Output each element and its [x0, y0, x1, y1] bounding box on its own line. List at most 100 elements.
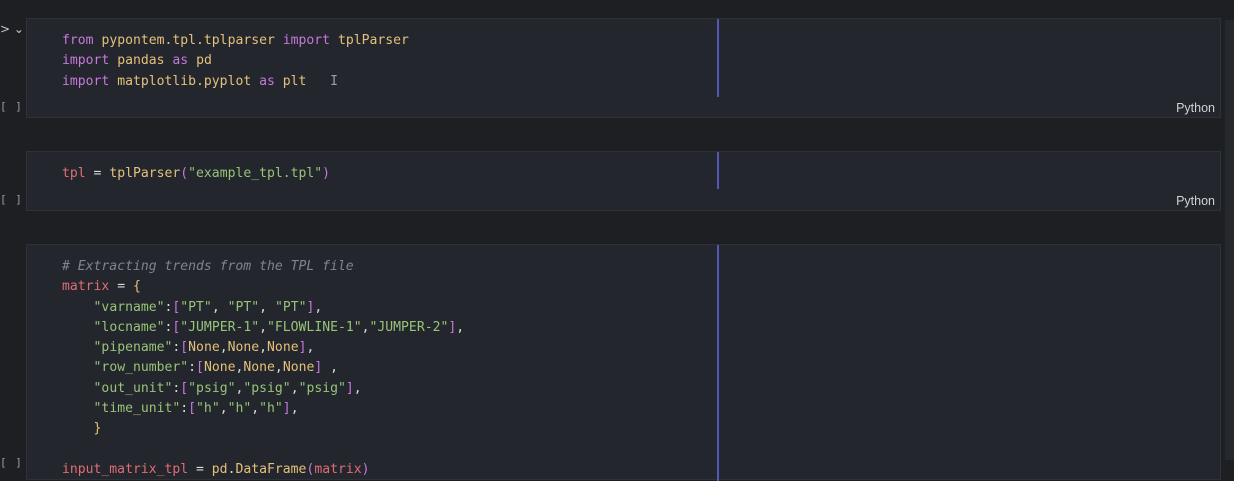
code-token: ,	[290, 400, 299, 416]
code-token: "psig"	[298, 380, 346, 396]
code-token: "PT"	[180, 299, 212, 315]
code-token: )	[361, 461, 370, 477]
code-token: [	[188, 400, 197, 416]
code-token: DataFrame	[235, 461, 307, 477]
code-token: "out_unit"	[93, 380, 173, 396]
code-token: None	[282, 360, 315, 376]
code-token: input_matrix_tpl	[62, 461, 189, 477]
code-token: ,	[361, 319, 370, 335]
code-token: None	[227, 340, 260, 355]
code-line[interactable]: "locname":["JUMPER-1","FLOWLINE-1","JUMP…	[62, 318, 465, 338]
code-line[interactable]: tpl = tplParser("example_tpl.tpl")	[62, 164, 330, 184]
code-token: None	[203, 360, 236, 376]
code-editor-3[interactable]: # Extracting trends from the TPL file mat…	[62, 257, 464, 480]
code-token: ,	[259, 299, 275, 315]
code-line[interactable]: # Extracting trends from the TPL file	[62, 257, 464, 277]
code-token: "psig"	[243, 380, 291, 396]
code-token: "h"	[227, 400, 252, 416]
code-token: None	[267, 340, 299, 355]
code-token: "h"	[259, 400, 283, 416]
code-token: "example_tpl.tpl"	[188, 166, 323, 181]
code-line[interactable]	[62, 439, 464, 459]
code-line[interactable]: "pipename":[None,None,None],	[62, 338, 464, 358]
code-line[interactable]: "row_number":[None,None,None] ,	[62, 358, 464, 378]
code-token: ]	[282, 400, 291, 416]
code-token: "locname"	[93, 319, 165, 335]
execution-count: [ ]	[0, 456, 23, 469]
code-token: pd	[196, 53, 212, 69]
scrollbar[interactable]	[1225, 20, 1234, 460]
code-line[interactable]: }	[62, 419, 464, 439]
code-token: "FLOWLINE-1"	[267, 319, 362, 335]
code-token: as	[259, 73, 275, 89]
code-token: "PT"	[227, 299, 260, 315]
code-token: "psig"	[188, 380, 236, 396]
code-line[interactable]: "varname":["PT", "PT", "PT"],	[62, 298, 464, 318]
code-token: ,	[274, 360, 283, 376]
code-token: import	[62, 73, 110, 89]
code-cell-3[interactable]: # Extracting trends from the TPL file mat…	[26, 244, 1221, 481]
code-token: pd	[211, 461, 228, 477]
code-token: matplotlib.pyplot	[117, 73, 252, 89]
code-token: "JUMPER-1"	[180, 319, 260, 335]
code-line[interactable]: matrix = {	[62, 277, 464, 297]
language-label[interactable]: Python	[1176, 101, 1215, 115]
code-token: tplParser	[337, 33, 409, 48]
code-token: import	[282, 33, 331, 48]
code-line[interactable]: import pandas as pd	[62, 51, 409, 71]
code-token: ,	[290, 380, 299, 396]
code-token: "PT"	[274, 299, 307, 315]
code-token: "varname"	[93, 299, 165, 315]
ruler-line	[717, 152, 719, 189]
code-token: ,	[259, 319, 268, 335]
execution-count: [ ]	[0, 193, 23, 206]
code-token: [	[180, 380, 189, 396]
code-token: ,	[456, 319, 465, 335]
code-token: =	[85, 166, 110, 181]
code-token: }	[93, 421, 102, 436]
code-token: as	[172, 53, 189, 69]
code-token: ,	[322, 360, 339, 376]
code-token: I	[330, 73, 338, 89]
execution-count: [ ]	[0, 100, 23, 113]
code-token: "h"	[196, 400, 220, 416]
code-token: ,	[219, 400, 228, 416]
code-token: ,	[251, 400, 260, 416]
code-cell-1[interactable]: from pypontem.tpl.tplparser import tplPa…	[26, 18, 1221, 118]
code-token: )	[322, 166, 331, 181]
code-token: :	[188, 360, 197, 376]
code-line[interactable]: from pypontem.tpl.tplparser import tplPa…	[62, 31, 409, 51]
code-token: None	[243, 360, 275, 376]
code-token: "pipename"	[93, 340, 173, 355]
code-editor-2[interactable]: tpl = tplParser("example_tpl.tpl")	[62, 164, 330, 184]
code-token: ,	[211, 299, 228, 315]
code-line[interactable]: "time_unit":["h","h","h"],	[62, 399, 464, 419]
code-line[interactable]: input_matrix_tpl = pd.DataFrame(matrix)	[62, 460, 464, 480]
code-token: ,	[219, 340, 228, 355]
code-token: matrix	[62, 279, 110, 295]
code-token: "row_number"	[93, 360, 189, 376]
code-token: matrix	[314, 461, 362, 477]
code-token: [	[180, 340, 189, 355]
code-line[interactable]: import matplotlib.pyplot as plt I	[62, 72, 409, 92]
code-token: =	[188, 461, 212, 477]
language-label[interactable]: Python	[1176, 194, 1215, 208]
code-token: [	[196, 360, 204, 376]
code-editor-1[interactable]: from pypontem.tpl.tplparser import tplPa…	[62, 31, 409, 92]
code-token: (	[180, 166, 189, 181]
code-cell-2[interactable]: tpl = tplParser("example_tpl.tpl") Pytho…	[26, 151, 1221, 211]
cell-toolbar-chevrons[interactable]: > ⌄	[0, 22, 24, 36]
code-token: ]	[345, 380, 354, 396]
code-token: plt	[282, 73, 307, 89]
code-line[interactable]: "out_unit":["psig","psig","psig"],	[62, 379, 464, 399]
